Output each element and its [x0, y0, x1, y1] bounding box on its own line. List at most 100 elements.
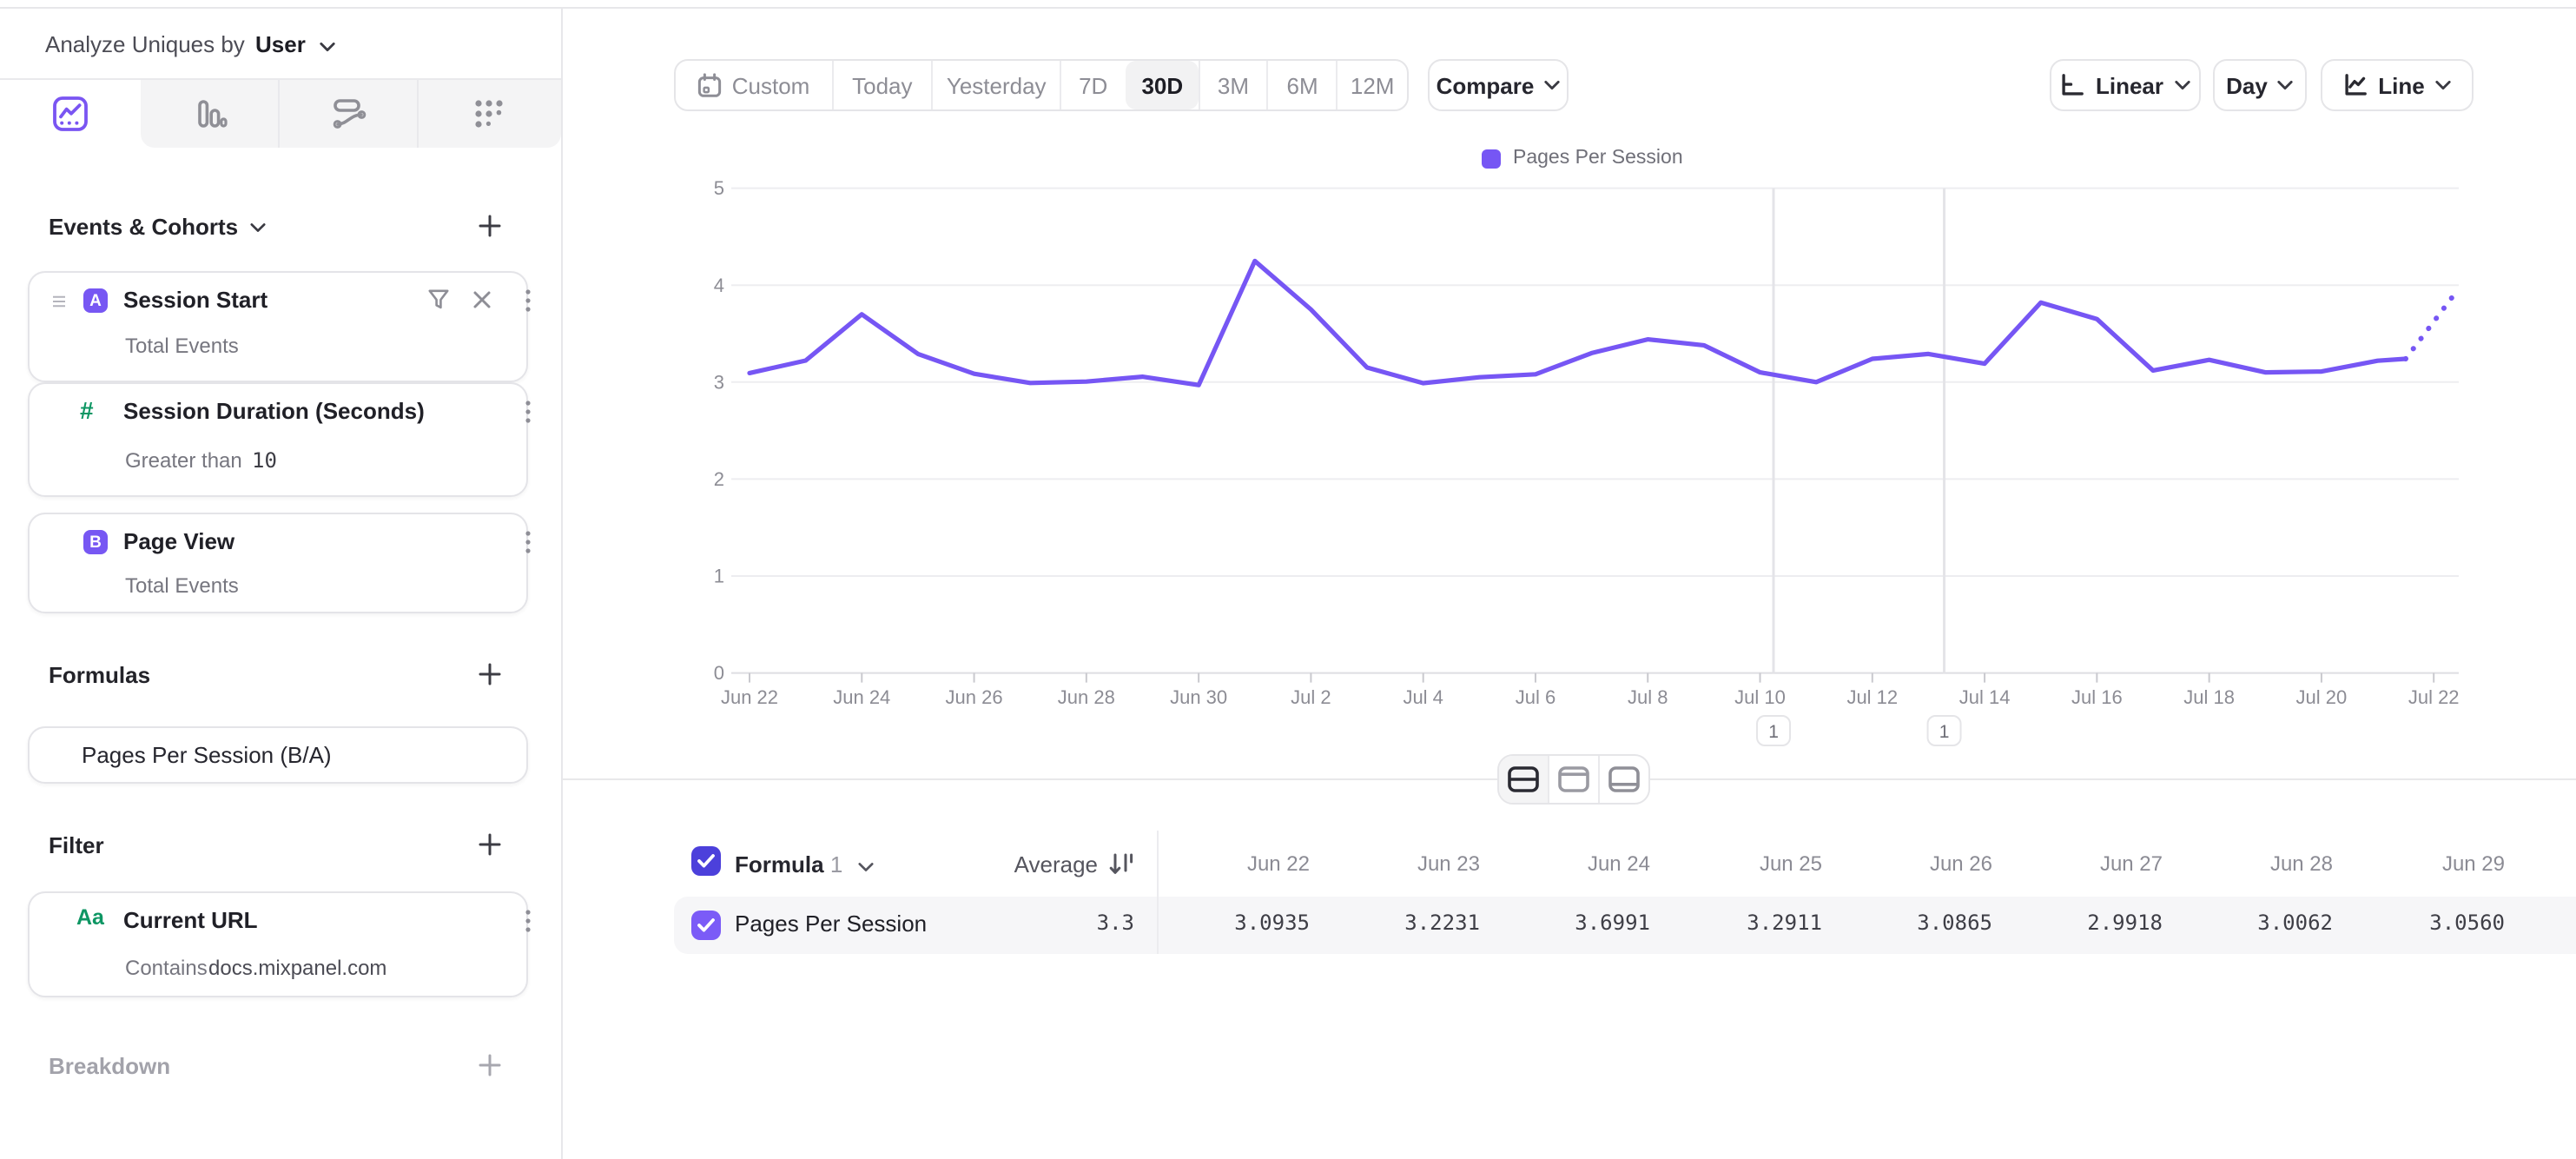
- line-chart[interactable]: 012345Jun 22Jun 24Jun 26Jun 28Jun 30Jul …: [561, 139, 2576, 765]
- toggle-split-view-selected[interactable]: [1499, 756, 1548, 803]
- x-axis-label: Jul 8: [1628, 686, 1668, 708]
- cell-value: 3.2911: [1652, 911, 1822, 935]
- range-yesterday[interactable]: Yesterday: [932, 61, 1060, 109]
- x-axis-label: Jul 10: [1734, 686, 1786, 708]
- column-header[interactable]: Jun 27: [1992, 851, 2163, 876]
- range-3m[interactable]: 3M: [1198, 61, 1267, 109]
- filter-heading: Filter: [49, 832, 104, 858]
- line-chart-tab-icon: [51, 96, 88, 132]
- event-letter-badge: A: [83, 288, 108, 313]
- tab-bar-chart[interactable]: [141, 80, 280, 148]
- filter-property-name[interactable]: Current URL: [123, 907, 258, 933]
- cell-value: 3.6991: [1480, 911, 1650, 935]
- add-formula-button[interactable]: [478, 662, 502, 686]
- chevron-down-icon: [250, 222, 266, 232]
- event-card-page-view[interactable]: B Page View Total Events: [28, 513, 528, 613]
- property-operator[interactable]: Greater than: [125, 448, 242, 473]
- column-header[interactable]: Jun 25: [1652, 851, 1822, 876]
- chevron-down-icon: [2174, 80, 2190, 90]
- property-name[interactable]: Session Duration (Seconds): [123, 398, 425, 424]
- range-12m[interactable]: 12M: [1336, 61, 1407, 109]
- cell-value: 2.9918: [1992, 911, 2163, 935]
- formula-group-dropdown[interactable]: Formula 1: [735, 851, 874, 878]
- add-filter-button[interactable]: [478, 832, 502, 857]
- series-line[interactable]: [750, 261, 2406, 385]
- filter-operator[interactable]: Contains: [125, 956, 208, 980]
- y-axis-label: 1: [714, 566, 724, 587]
- column-header[interactable]: Jun 28: [2163, 851, 2333, 876]
- line-chart-icon: [2343, 73, 2368, 97]
- property-value[interactable]: 10: [252, 448, 277, 473]
- kebab-menu-icon[interactable]: [518, 530, 538, 554]
- property-card-session-duration[interactable]: # Session Duration (Seconds) Greater tha…: [28, 382, 528, 497]
- filter-card-current-url[interactable]: Aa Current URL Contains docs.mixpanel.co…: [28, 891, 528, 997]
- check-icon: [697, 853, 716, 869]
- drag-handle-icon[interactable]: [52, 295, 66, 308]
- event-card-session-start[interactable]: A Session Start Total Events: [28, 271, 528, 382]
- y-axis-label: 0: [714, 662, 724, 684]
- sidebar: Analyze Uniques by User: [0, 9, 563, 1159]
- row-name[interactable]: Pages Per Session: [735, 911, 927, 937]
- analyze-by-dropdown[interactable]: User: [255, 31, 334, 57]
- tab-flows[interactable]: [280, 80, 419, 148]
- granularity-dropdown[interactable]: Day: [2213, 59, 2307, 111]
- annotation-badge-label: 1: [1939, 722, 1950, 742]
- x-axis-label: Jun 26: [946, 686, 1003, 708]
- tab-insights-selected[interactable]: [0, 80, 139, 148]
- cell-value: 3.0935: [1139, 911, 1310, 935]
- x-axis-label: Jul 16: [2071, 686, 2123, 708]
- range-6m[interactable]: 6M: [1267, 61, 1337, 109]
- cell-value: 3.0062: [2163, 911, 2333, 935]
- analyze-header: Analyze Uniques by User: [0, 9, 561, 80]
- event-measurement[interactable]: Total Events: [125, 573, 239, 598]
- filter-icon[interactable]: [427, 288, 450, 311]
- select-all-checkbox[interactable]: [691, 846, 721, 876]
- y-axis-label: 4: [714, 275, 724, 296]
- formula-card[interactable]: Pages Per Session (B/A): [28, 726, 528, 784]
- tab-retention[interactable]: [419, 80, 558, 148]
- chart-view-icon: [1558, 766, 1589, 792]
- chevron-down-icon: [319, 42, 334, 52]
- event-name[interactable]: Page View: [123, 528, 234, 554]
- x-axis-label: Jun 28: [1058, 686, 1115, 708]
- cell-value: 3.0560: [2335, 911, 2505, 935]
- results-table: Formula 1 Average Jun 22 Jun 23 Jun 24 J…: [674, 831, 2576, 987]
- event-measurement[interactable]: Total Events: [125, 334, 239, 358]
- column-header[interactable]: Jun 29: [2335, 851, 2505, 876]
- average-column-header[interactable]: Average: [1014, 851, 1134, 878]
- chevron-down-icon: [858, 862, 874, 872]
- add-event-button[interactable]: [478, 214, 502, 238]
- scale-dropdown[interactable]: Linear: [2050, 59, 2201, 111]
- cell-value: 3.0865: [1822, 911, 1992, 935]
- sort-descending-icon: [1108, 853, 1134, 876]
- range-custom[interactable]: Custom: [676, 61, 831, 109]
- toggle-table-view[interactable]: [1598, 756, 1648, 803]
- kebab-menu-icon[interactable]: [518, 288, 538, 313]
- events-cohorts-heading[interactable]: Events & Cohorts: [49, 214, 266, 240]
- compare-dropdown[interactable]: Compare: [1428, 59, 1569, 111]
- x-axis-label: Jul 14: [1959, 686, 2011, 708]
- close-icon[interactable]: [472, 290, 492, 309]
- cell-value: 3.2231: [1310, 911, 1480, 935]
- range-7d[interactable]: 7D: [1060, 61, 1126, 109]
- toggle-chart-view[interactable]: [1548, 756, 1598, 803]
- kebab-menu-icon[interactable]: [518, 400, 538, 424]
- event-name[interactable]: Session Start: [123, 287, 268, 313]
- column-header[interactable]: Jun 26: [1822, 851, 1992, 876]
- row-checkbox[interactable]: [691, 911, 721, 940]
- column-header[interactable]: Jun 24: [1480, 851, 1650, 876]
- filter-value[interactable]: docs.mixpanel.com: [208, 956, 386, 980]
- insights-report-page: Analyze Uniques by User: [0, 0, 2576, 1159]
- breakdown-heading: Breakdown: [49, 1053, 170, 1079]
- chart-type-dropdown[interactable]: Line: [2321, 59, 2474, 111]
- range-30d-selected[interactable]: 30D: [1126, 61, 1199, 109]
- column-header[interactable]: Jun 23: [1310, 851, 1480, 876]
- column-header[interactable]: Jun 22: [1139, 851, 1310, 876]
- x-axis-label: Jul 22: [2408, 686, 2460, 708]
- range-today[interactable]: Today: [831, 61, 931, 109]
- formula-name[interactable]: Pages Per Session (B/A): [82, 742, 332, 768]
- kebab-menu-icon[interactable]: [518, 909, 538, 933]
- add-breakdown-button[interactable]: [478, 1053, 502, 1077]
- column-divider: [1157, 831, 1159, 954]
- linear-axis-icon: [2061, 73, 2085, 97]
